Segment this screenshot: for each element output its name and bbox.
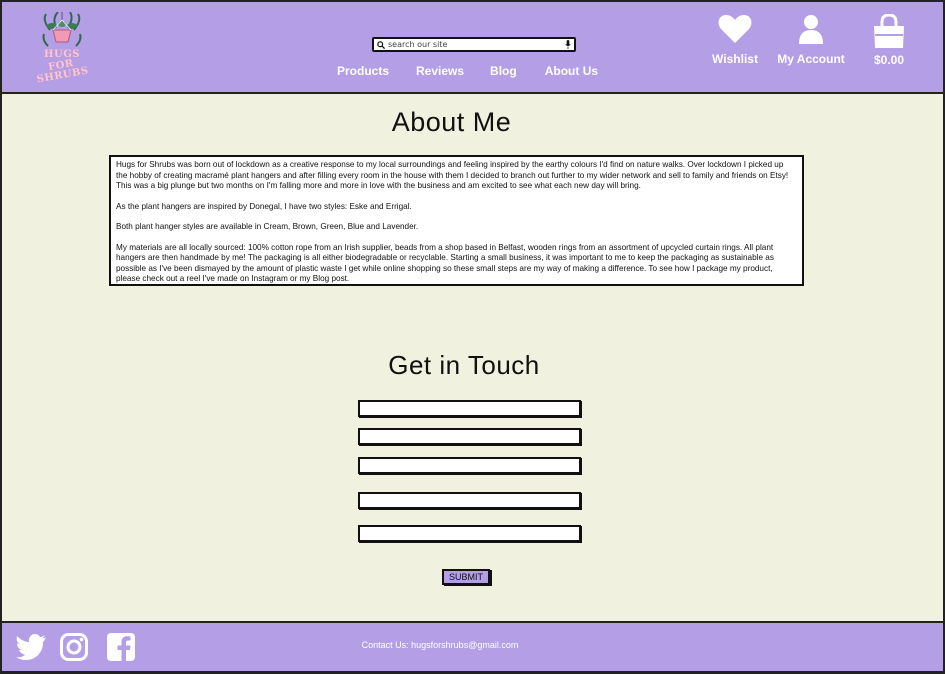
- logo-wordmark: HUGS FOR SHRUBS: [22, 50, 102, 86]
- footer-contact-email[interactable]: Contact Us: hugsforshrubs@gmail.com: [0, 640, 880, 650]
- contact-field-5[interactable]: [358, 525, 581, 542]
- user-icon: [799, 15, 823, 44]
- nav-about-us[interactable]: About Us: [545, 64, 598, 82]
- contact-field-3[interactable]: [358, 457, 581, 474]
- contact-field-1[interactable]: [358, 400, 581, 417]
- submit-button[interactable]: SUBMIT: [442, 569, 490, 585]
- account-label: My Account: [777, 52, 845, 66]
- site-header: HUGS FOR SHRUBS Products Reviews Blog Ab…: [0, 0, 945, 94]
- cart-total: $0.00: [873, 53, 905, 67]
- shopping-bag-icon: [874, 13, 904, 48]
- contact-field-2[interactable]: [358, 428, 581, 445]
- nav-products[interactable]: Products: [337, 64, 389, 82]
- about-paragraph: Hugs for Shrubs was born out of lockdown…: [116, 160, 789, 190]
- about-title: About Me: [391, 107, 512, 137]
- nav-blog[interactable]: Blog: [490, 64, 517, 82]
- account-link[interactable]: My Account: [771, 14, 851, 66]
- search-bar[interactable]: [372, 37, 576, 52]
- about-paragraph: My materials are all locally sourced: 10…: [116, 242, 774, 284]
- search-icon: [377, 40, 385, 49]
- about-paragraph: As the plant hangers are inspired by Don…: [116, 201, 412, 211]
- contact-field-4[interactable]: [358, 492, 581, 509]
- brand-logo[interactable]: HUGS FOR SHRUBS: [22, 11, 102, 86]
- microphone-icon[interactable]: [565, 40, 571, 49]
- about-paragraph: Both plant hanger styles are available i…: [116, 222, 419, 231]
- contact-title: Get in Touch: [388, 350, 540, 380]
- search-input[interactable]: [388, 39, 565, 50]
- main-nav: Products Reviews Blog About Us: [337, 64, 598, 82]
- wishlist-link[interactable]: Wishlist: [695, 14, 775, 66]
- wishlist-label: Wishlist: [712, 52, 758, 66]
- site-footer: Contact Us: hugsforshrubs@gmail.com: [0, 621, 945, 671]
- nav-reviews[interactable]: Reviews: [416, 64, 464, 82]
- about-text-box: Hugs for Shrubs was born out of lockdown…: [109, 155, 804, 286]
- cart-link[interactable]: $0.00: [849, 13, 929, 67]
- hanging-plant-icon: [42, 11, 82, 47]
- heart-icon: [718, 15, 752, 43]
